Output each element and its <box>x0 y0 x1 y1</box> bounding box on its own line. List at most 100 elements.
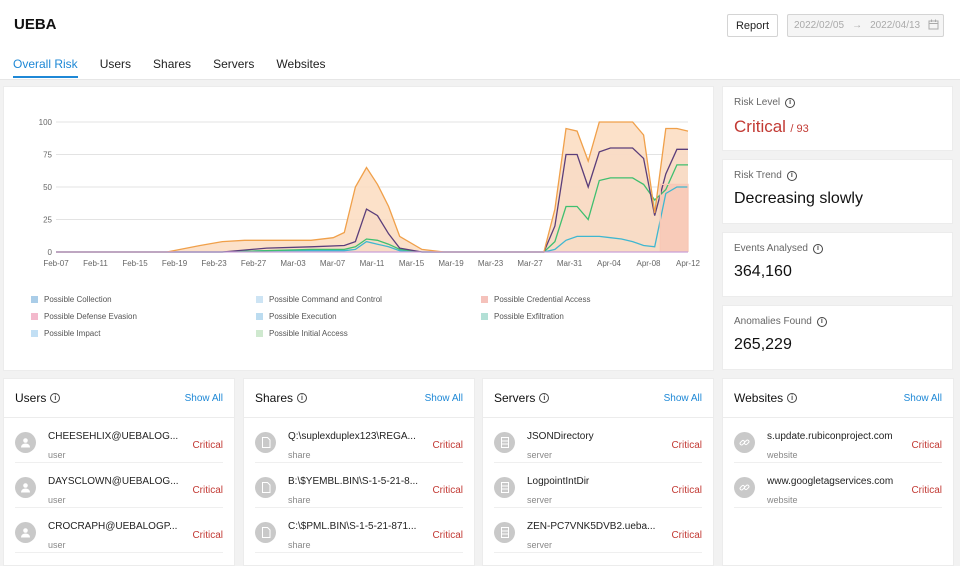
item-risk-level: Critical <box>911 485 942 496</box>
anomalies-found-card: Anomalies Found i 265,229 <box>722 305 953 370</box>
item-risk-level: Critical <box>671 530 702 541</box>
item-name[interactable]: LogpointIntDir <box>527 476 659 487</box>
item-name[interactable]: ZEN-PC7VNK5DVB2.ueba... <box>527 521 659 532</box>
x-tick-label: Mar-19 <box>438 259 464 268</box>
x-tick-label: Apr-04 <box>597 259 622 268</box>
users-panel-header: Users i Show All <box>4 379 234 418</box>
y-tick-label: 75 <box>43 151 52 160</box>
legend-label: Possible Command and Control <box>269 295 382 304</box>
top-header: UEBA Report 2022/02/05 → 2022/04/13 Over… <box>0 0 960 80</box>
legend-item[interactable]: Possible Execution <box>256 312 337 321</box>
risk-area-chart: 0 25 50 75 100 Feb-07 Feb-11 Feb-15 Feb-19 Feb-23… <box>39 118 701 268</box>
arrow-right-icon: → <box>852 20 863 31</box>
date-from[interactable]: 2022/02/05 <box>794 20 844 31</box>
legend-item[interactable]: Possible Initial Access <box>256 329 348 338</box>
tab-overall-risk[interactable]: Overall Risk <box>13 57 78 78</box>
x-tick-label: Feb-15 <box>122 259 148 268</box>
info-icon[interactable]: i <box>539 393 550 403</box>
item-risk-level: Critical <box>432 530 463 541</box>
item-name[interactable]: www.googletagservices.com <box>767 476 899 487</box>
legend-item[interactable]: Possible Defense Evasion <box>31 312 137 321</box>
websites-show-all-link[interactable]: Show All <box>904 393 942 404</box>
servers-show-all-link[interactable]: Show All <box>664 393 702 404</box>
info-icon[interactable]: i <box>812 243 823 254</box>
info-icon[interactable]: i <box>787 393 798 403</box>
item-name[interactable]: CHEESEHLIX@UEBALOG... <box>48 431 180 442</box>
x-tick-label: Apr-08 <box>636 259 661 268</box>
legend-swatch <box>481 313 488 320</box>
file-icon <box>255 522 276 543</box>
list-item[interactable]: LogpointIntDir server Critical <box>494 463 702 508</box>
events-analysed-label: Events Analysed <box>734 243 808 254</box>
info-icon[interactable]: i <box>50 393 61 403</box>
tab-websites[interactable]: Websites <box>276 57 325 77</box>
list-item[interactable]: CHEESEHLIX@UEBALOG... user Critical <box>15 418 223 463</box>
info-icon[interactable]: i <box>816 316 827 327</box>
item-name[interactable]: s.update.rubiconproject.com <box>767 431 899 442</box>
tab-servers[interactable]: Servers <box>213 57 254 77</box>
list-item[interactable]: s.update.rubiconproject.com website Critic… <box>734 418 942 463</box>
legend-swatch <box>481 296 488 303</box>
events-analysed-value: 364,160 <box>734 263 792 280</box>
calendar-icon[interactable] <box>928 19 939 33</box>
list-item[interactable]: CROCRAPH@UEBALOGP... user Critical <box>15 508 223 553</box>
legend-label: Possible Credential Access <box>494 295 591 304</box>
x-tick-label: Mar-23 <box>478 259 504 268</box>
report-button[interactable]: Report <box>727 14 778 37</box>
x-tick-label: Mar-11 <box>360 259 385 268</box>
tab-users[interactable]: Users <box>100 57 131 77</box>
list-item[interactable]: B:\$YEMBL.BIN\S-1-5-21-8... share Critical <box>255 463 463 508</box>
item-name[interactable]: JSONDirectory <box>527 431 659 442</box>
file-icon <box>255 477 276 498</box>
item-risk-level: Critical <box>192 530 223 541</box>
item-type: server <box>527 540 553 550</box>
shares-show-all-link[interactable]: Show All <box>425 393 463 404</box>
item-name[interactable]: Q:\suplexduplex123\REGA... <box>288 431 420 442</box>
anomalies-found-value: 265,229 <box>734 336 792 353</box>
x-tick-label: Feb-07 <box>43 259 69 268</box>
legend-swatch <box>31 296 38 303</box>
x-tick-label: Feb-23 <box>201 259 227 268</box>
legend-swatch <box>256 296 263 303</box>
risk-trend-label: Risk Trend <box>734 170 782 181</box>
legend-label: Possible Defense Evasion <box>44 312 137 321</box>
item-name[interactable]: DAYSCLOWN@UEBALOG... <box>48 476 180 487</box>
server-icon <box>494 477 515 498</box>
risk-trend-value: Decreasing slowly <box>734 190 863 207</box>
x-tick-label: Mar-27 <box>517 259 543 268</box>
item-name[interactable]: C:\$PML.BIN\S-1-5-21-871... <box>288 521 420 532</box>
item-type: website <box>767 450 798 460</box>
servers-panel-header: Servers i Show All <box>483 379 713 418</box>
list-item[interactable]: Q:\suplexduplex123\REGA... share Critical <box>255 418 463 463</box>
websites-panel: Websites i Show All s.update.rubiconproject… <box>722 378 954 566</box>
anomalies-found-label: Anomalies Found <box>734 316 812 327</box>
item-type: user <box>48 540 66 550</box>
legend-item[interactable]: Possible Impact <box>31 329 100 338</box>
legend-item[interactable]: Possible Exfiltration <box>481 312 564 321</box>
item-name[interactable]: B:\$YEMBL.BIN\S-1-5-21-8... <box>288 476 420 487</box>
item-name[interactable]: CROCRAPH@UEBALOGP... <box>48 521 180 532</box>
shares-panel: Shares i Show All Q:\suplexduplex123\REGA..… <box>243 378 475 566</box>
date-range-picker[interactable]: 2022/02/05 → 2022/04/13 <box>787 14 944 37</box>
x-tick-label: Mar-07 <box>320 259 346 268</box>
server-icon <box>494 432 515 453</box>
legend-item[interactable]: Possible Collection <box>31 295 112 304</box>
tab-shares[interactable]: Shares <box>153 57 191 77</box>
info-icon[interactable]: i <box>297 393 308 403</box>
item-risk-level: Critical <box>192 440 223 451</box>
date-to[interactable]: 2022/04/13 <box>870 20 920 31</box>
users-show-all-link[interactable]: Show All <box>185 393 223 404</box>
list-item[interactable]: DAYSCLOWN@UEBALOG... user Critical <box>15 463 223 508</box>
list-item[interactable]: www.googletagservices.com website Critical <box>734 463 942 508</box>
users-panel-title: Users <box>15 391 47 405</box>
risk-level-card: Risk Level i Critical / 93 <box>722 86 953 151</box>
legend-item[interactable]: Possible Credential Access <box>481 295 591 304</box>
shares-panel-title: Shares <box>255 391 294 405</box>
list-item[interactable]: ZEN-PC7VNK5DVB2.ueba... server Critical <box>494 508 702 553</box>
legend-item[interactable]: Possible Command and Control <box>256 295 382 304</box>
item-type: user <box>48 495 66 505</box>
info-icon[interactable]: i <box>786 170 797 181</box>
list-item[interactable]: C:\$PML.BIN\S-1-5-21-871... share Critical <box>255 508 463 553</box>
info-icon[interactable]: i <box>785 97 796 108</box>
list-item[interactable]: JSONDirectory server Critical <box>494 418 702 463</box>
